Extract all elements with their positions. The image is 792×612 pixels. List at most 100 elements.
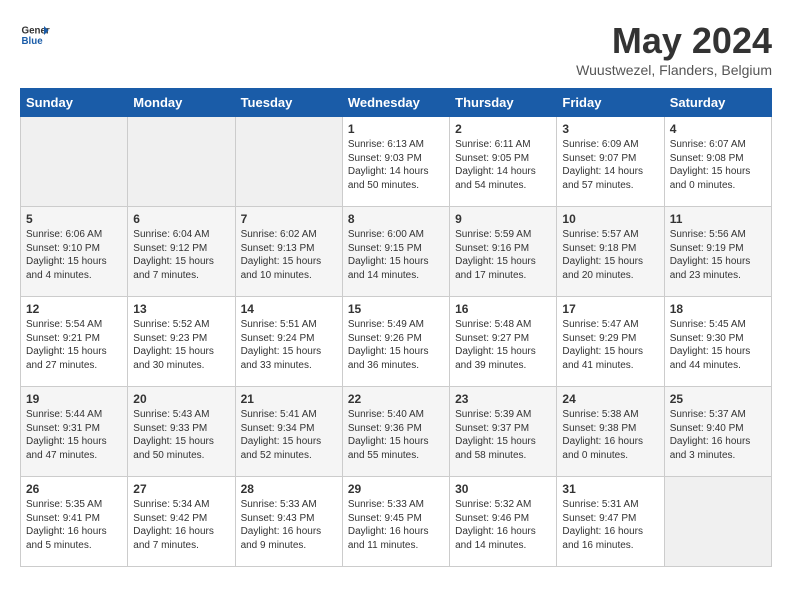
- logo-icon: General Blue: [20, 20, 50, 50]
- day-number: 26: [26, 482, 122, 496]
- cell-info: Sunrise: 6:07 AMSunset: 9:08 PMDaylight:…: [670, 139, 751, 191]
- calendar-cell: 9Sunrise: 5:59 AMSunset: 9:16 PMDaylight…: [450, 207, 557, 297]
- cell-info: Sunrise: 5:40 AMSunset: 9:36 PMDaylight:…: [348, 409, 429, 461]
- day-number: 16: [455, 302, 551, 316]
- day-number: 28: [241, 482, 337, 496]
- day-number: 21: [241, 392, 337, 406]
- cell-info: Sunrise: 5:38 AMSunset: 9:38 PMDaylight:…: [562, 409, 643, 461]
- cell-info: Sunrise: 5:44 AMSunset: 9:31 PMDaylight:…: [26, 409, 107, 461]
- day-number: 29: [348, 482, 444, 496]
- calendar-week-row: 19 Sunrise: 5:44 AMSunset: 9:31 PMDayligh…: [21, 387, 772, 477]
- day-number: 30: [455, 482, 551, 496]
- title-block: May 2024 Wuustwezel, Flanders, Belgium: [576, 20, 772, 78]
- calendar-cell: 29 Sunrise: 5:33 AMSunset: 9:45 PMDayligh…: [342, 477, 449, 567]
- day-number: 12: [26, 302, 122, 316]
- cell-info: Sunrise: 6:00 AMSunset: 9:15 PMDaylight:…: [348, 229, 429, 281]
- day-number: 10: [562, 212, 658, 226]
- calendar-cell: 8Sunrise: 6:00 AMSunset: 9:15 PMDaylight…: [342, 207, 449, 297]
- calendar-cell: 24Sunrise: 5:38 AMSunset: 9:38 PMDayligh…: [557, 387, 664, 477]
- cell-info: Sunrise: 6:13 AMSunset: 9:03 PMDaylight:…: [348, 139, 429, 191]
- calendar-cell: 31 Sunrise: 5:31 AMSunset: 9:47 PMDayligh…: [557, 477, 664, 567]
- cell-info: Sunrise: 5:54 AMSunset: 9:21 PMDaylight:…: [26, 319, 107, 371]
- day-number: 1: [348, 122, 444, 136]
- cell-info: Sunrise: 5:33 AMSunset: 9:45 PMDaylight:…: [348, 499, 429, 551]
- cell-info: Sunrise: 6:09 AMSunset: 9:07 PMDaylight:…: [562, 139, 643, 191]
- day-number: 4: [670, 122, 766, 136]
- calendar-cell: 15 Sunrise: 5:49 AMSunset: 9:26 PMDayligh…: [342, 297, 449, 387]
- calendar-cell: 22 Sunrise: 5:40 AMSunset: 9:36 PMDayligh…: [342, 387, 449, 477]
- calendar-cell: 17 Sunrise: 5:47 AMSunset: 9:29 PMDayligh…: [557, 297, 664, 387]
- cell-info: Sunrise: 5:43 AMSunset: 9:33 PMDaylight:…: [133, 409, 214, 461]
- day-number: 6: [133, 212, 229, 226]
- cell-info: Sunrise: 5:57 AMSunset: 9:18 PMDaylight:…: [562, 229, 643, 281]
- calendar-cell: 4 Sunrise: 6:07 AMSunset: 9:08 PMDaylight…: [664, 117, 771, 207]
- header-tuesday: Tuesday: [235, 89, 342, 117]
- calendar-cell: 20 Sunrise: 5:43 AMSunset: 9:33 PMDayligh…: [128, 387, 235, 477]
- logo: General Blue General Blue: [20, 20, 50, 50]
- cell-info: Sunrise: 5:35 AMSunset: 9:41 PMDaylight:…: [26, 499, 107, 551]
- calendar-cell: [128, 117, 235, 207]
- calendar-cell: 21 Sunrise: 5:41 AMSunset: 9:34 PMDayligh…: [235, 387, 342, 477]
- day-number: 23: [455, 392, 551, 406]
- calendar-cell: 25 Sunrise: 5:37 AMSunset: 9:40 PMDayligh…: [664, 387, 771, 477]
- calendar-week-row: 26 Sunrise: 5:35 AMSunset: 9:41 PMDayligh…: [21, 477, 772, 567]
- cell-info: Sunrise: 5:34 AMSunset: 9:42 PMDaylight:…: [133, 499, 214, 551]
- svg-text:Blue: Blue: [22, 36, 44, 47]
- cell-info: Sunrise: 5:45 AMSunset: 9:30 PMDaylight:…: [670, 319, 751, 371]
- month-title: May 2024: [576, 20, 772, 62]
- day-number: 18: [670, 302, 766, 316]
- day-number: 14: [241, 302, 337, 316]
- day-number: 13: [133, 302, 229, 316]
- cell-info: Sunrise: 5:41 AMSunset: 9:34 PMDaylight:…: [241, 409, 322, 461]
- calendar-cell: [21, 117, 128, 207]
- day-number: 7: [241, 212, 337, 226]
- weekday-header-row: Sunday Monday Tuesday Wednesday Thursday…: [21, 89, 772, 117]
- day-number: 11: [670, 212, 766, 226]
- page-header: General Blue General Blue May 2024 Wuust…: [20, 20, 772, 78]
- header-saturday: Saturday: [664, 89, 771, 117]
- calendar-cell: 5 Sunrise: 6:06 AMSunset: 9:10 PMDaylight…: [21, 207, 128, 297]
- cell-info: Sunrise: 5:31 AMSunset: 9:47 PMDaylight:…: [562, 499, 643, 551]
- cell-info: Sunrise: 5:49 AMSunset: 9:26 PMDaylight:…: [348, 319, 429, 371]
- location-subtitle: Wuustwezel, Flanders, Belgium: [576, 62, 772, 78]
- header-sunday: Sunday: [21, 89, 128, 117]
- calendar-cell: 18 Sunrise: 5:45 AMSunset: 9:30 PMDayligh…: [664, 297, 771, 387]
- day-number: 27: [133, 482, 229, 496]
- cell-info: Sunrise: 6:04 AMSunset: 9:12 PMDaylight:…: [133, 229, 214, 281]
- cell-info: Sunrise: 6:11 AMSunset: 9:05 PMDaylight:…: [455, 139, 536, 191]
- day-number: 22: [348, 392, 444, 406]
- day-number: 20: [133, 392, 229, 406]
- day-number: 17: [562, 302, 658, 316]
- cell-info: Sunrise: 5:39 AMSunset: 9:37 PMDaylight:…: [455, 409, 536, 461]
- calendar-cell: 3 Sunrise: 6:09 AMSunset: 9:07 PMDaylight…: [557, 117, 664, 207]
- calendar-table: Sunday Monday Tuesday Wednesday Thursday…: [20, 88, 772, 567]
- day-number: 25: [670, 392, 766, 406]
- cell-info: Sunrise: 5:47 AMSunset: 9:29 PMDaylight:…: [562, 319, 643, 371]
- calendar-cell: 10 Sunrise: 5:57 AMSunset: 9:18 PMDayligh…: [557, 207, 664, 297]
- day-number: 19: [26, 392, 122, 406]
- cell-info: Sunrise: 5:56 AMSunset: 9:19 PMDaylight:…: [670, 229, 751, 281]
- calendar-cell: 2Sunrise: 6:11 AMSunset: 9:05 PMDaylight…: [450, 117, 557, 207]
- day-number: 31: [562, 482, 658, 496]
- calendar-cell: 11 Sunrise: 5:56 AMSunset: 9:19 PMDayligh…: [664, 207, 771, 297]
- header-wednesday: Wednesday: [342, 89, 449, 117]
- cell-info: Sunrise: 6:06 AMSunset: 9:10 PMDaylight:…: [26, 229, 107, 281]
- day-number: 3: [562, 122, 658, 136]
- day-number: 15: [348, 302, 444, 316]
- calendar-week-row: 5 Sunrise: 6:06 AMSunset: 9:10 PMDaylight…: [21, 207, 772, 297]
- cell-info: Sunrise: 5:48 AMSunset: 9:27 PMDaylight:…: [455, 319, 536, 371]
- calendar-cell: 19 Sunrise: 5:44 AMSunset: 9:31 PMDayligh…: [21, 387, 128, 477]
- calendar-cell: 13Sunrise: 5:52 AMSunset: 9:23 PMDayligh…: [128, 297, 235, 387]
- calendar-cell: 1 Sunrise: 6:13 AMSunset: 9:03 PMDaylight…: [342, 117, 449, 207]
- cell-info: Sunrise: 5:32 AMSunset: 9:46 PMDaylight:…: [455, 499, 536, 551]
- day-number: 5: [26, 212, 122, 226]
- calendar-cell: [664, 477, 771, 567]
- cell-info: Sunrise: 5:37 AMSunset: 9:40 PMDaylight:…: [670, 409, 751, 461]
- calendar-cell: 14Sunrise: 5:51 AMSunset: 9:24 PMDayligh…: [235, 297, 342, 387]
- header-monday: Monday: [128, 89, 235, 117]
- calendar-cell: 26 Sunrise: 5:35 AMSunset: 9:41 PMDayligh…: [21, 477, 128, 567]
- day-number: 9: [455, 212, 551, 226]
- cell-info: Sunrise: 6:02 AMSunset: 9:13 PMDaylight:…: [241, 229, 322, 281]
- calendar-cell: 27 Sunrise: 5:34 AMSunset: 9:42 PMDayligh…: [128, 477, 235, 567]
- header-friday: Friday: [557, 89, 664, 117]
